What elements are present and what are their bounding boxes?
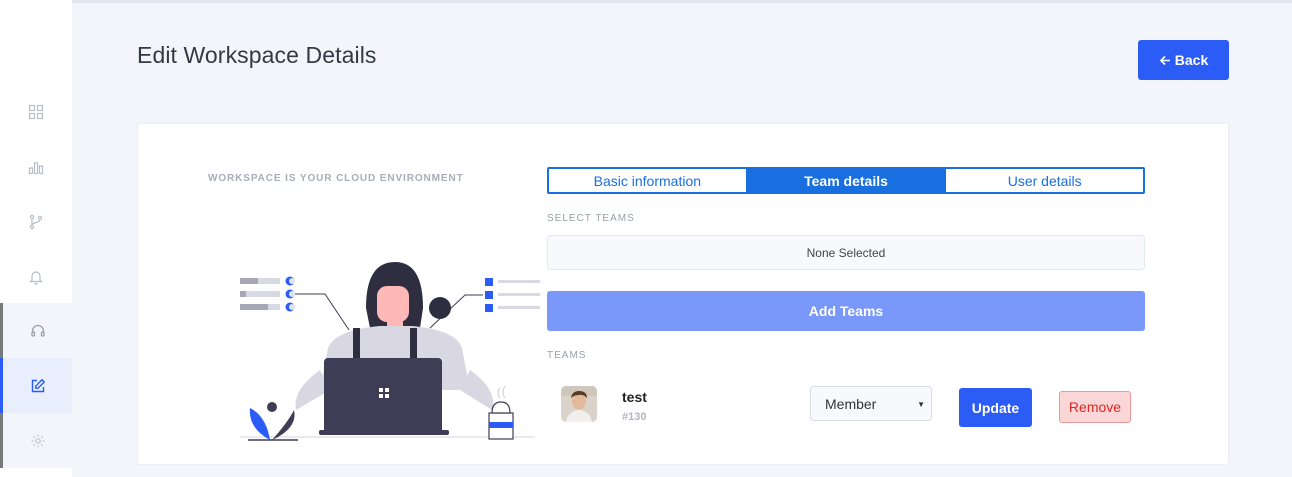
avatar xyxy=(561,386,597,422)
back-button-label: Back xyxy=(1174,52,1209,68)
teams-label: TEAMS xyxy=(547,350,587,361)
gear-icon xyxy=(31,434,44,447)
team-name: test xyxy=(622,389,647,405)
add-teams-button[interactable]: Add Teams xyxy=(547,291,1145,331)
update-team-button[interactable]: Update xyxy=(959,388,1032,427)
grid-icon xyxy=(28,104,44,119)
arrow-left-icon xyxy=(1159,55,1170,65)
edit-icon xyxy=(31,378,45,392)
sidebar xyxy=(0,0,72,477)
sidebar-item-settings[interactable] xyxy=(0,413,72,468)
bell-icon xyxy=(29,270,43,285)
sidebar-item-edit[interactable] xyxy=(0,358,72,413)
sidebar-item-support[interactable] xyxy=(0,303,72,358)
team-id: #130 xyxy=(622,411,647,423)
workspace-tagline: WORKSPACE IS YOUR CLOUD ENVIRONMENT xyxy=(208,173,464,184)
sidebar-item-dashboard[interactable] xyxy=(0,84,72,139)
headset-icon xyxy=(30,324,45,337)
team-role-select[interactable]: Member ▼ xyxy=(810,386,932,421)
back-button[interactable]: Back xyxy=(1138,40,1229,80)
sidebar-item-analytics[interactable] xyxy=(0,139,72,194)
sidebar-item-notifications[interactable] xyxy=(0,249,72,304)
bar-chart-icon xyxy=(28,161,44,174)
page-title: Edit Workspace Details xyxy=(137,42,377,68)
remove-team-button[interactable]: Remove xyxy=(1059,391,1131,423)
tab-basic-information[interactable]: Basic information xyxy=(549,169,746,192)
workspace-tabs: Basic information Team details User deta… xyxy=(547,167,1145,194)
tab-team-details[interactable]: Team details xyxy=(745,169,945,192)
select-teams-label: SELECT TEAMS xyxy=(547,213,635,224)
caret-down-icon: ▼ xyxy=(917,400,925,409)
sidebar-item-branches[interactable] xyxy=(0,194,72,249)
select-teams-dropdown[interactable]: None Selected xyxy=(547,235,1145,270)
top-border xyxy=(72,0,1292,3)
workspace-illustration xyxy=(240,262,540,441)
team-role-value: Member xyxy=(825,395,877,412)
git-branch-icon xyxy=(29,214,43,229)
tab-user-details[interactable]: User details xyxy=(944,169,1144,192)
